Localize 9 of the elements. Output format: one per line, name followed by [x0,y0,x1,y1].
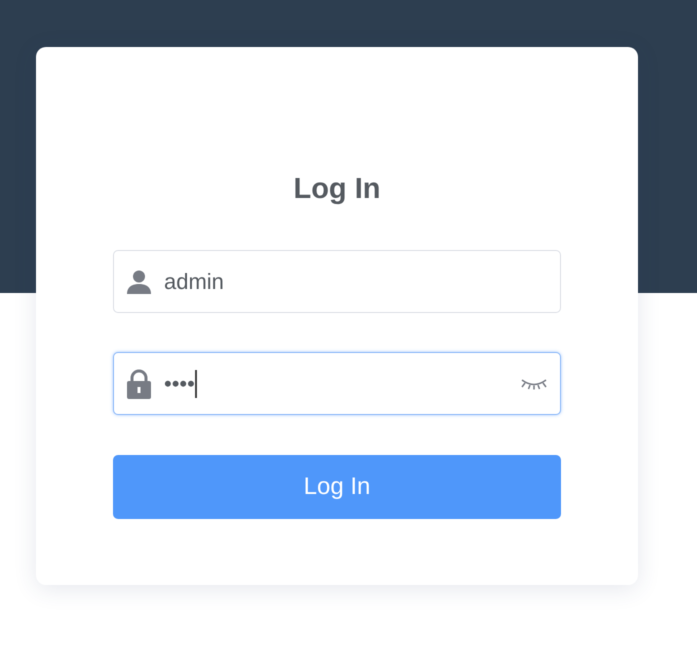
text-cursor [194,370,197,398]
password-field[interactable]: •••• [113,352,561,415]
user-icon [126,270,152,294]
lock-icon [126,368,152,398]
password-dots: •••• [164,370,195,396]
username-field[interactable]: admin [113,250,561,313]
login-title: Log In [294,173,380,206]
username-text: admin [164,268,224,294]
closed-eye-icon[interactable] [520,376,548,390]
